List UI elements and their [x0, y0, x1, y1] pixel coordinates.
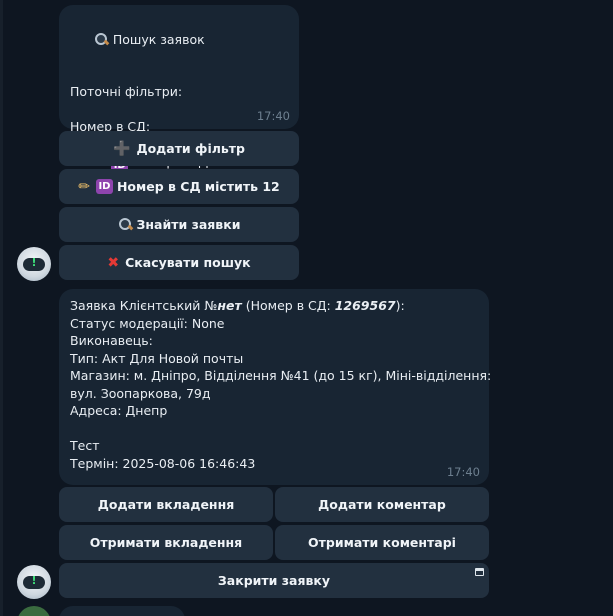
plus-icon: ➕ [113, 140, 131, 157]
add-attachment-label: Додати вкладення [97, 497, 235, 512]
address: Адреса: Днепр [70, 403, 168, 418]
get-attachments-button[interactable]: Отримати вкладення [59, 525, 273, 560]
request-sd-number: 1269567 [334, 298, 396, 313]
search-title-line: Пошук заявок [70, 13, 288, 66]
shop-line-1: Магазин: м. Дніпро, Відділення №41 (до 1… [70, 368, 492, 383]
bot-avatar[interactable] [17, 247, 51, 281]
get-comments-label: Отримати коментарі [308, 535, 456, 550]
filters-heading: Поточні фільтри: [70, 84, 183, 99]
robot-icon [23, 256, 45, 271]
add-comment-button[interactable]: Додати коментар [275, 487, 489, 522]
add-attachment-button[interactable]: Додати вкладення [59, 487, 273, 522]
next-message-bubble [59, 606, 185, 616]
edit-filter-button[interactable]: ✏ ID Номер в СД містить 12 [59, 169, 299, 204]
executor: Виконавець: [70, 333, 153, 348]
web-app-icon [475, 568, 484, 576]
add-filter-label: Додати фільтр [136, 141, 245, 156]
close-request-button[interactable]: Закрити заявку [59, 563, 489, 598]
request-note: Тест [70, 438, 100, 453]
find-requests-label: Знайти заявки [136, 217, 241, 232]
add-comment-label: Додати коментар [318, 497, 446, 512]
request-message-bubble: Заявка Клієнтський №нет (Номер в СД: 126… [59, 289, 492, 485]
moderation-status: Статус модерації: None [70, 315, 225, 331]
shop-line-2: вул. Зоопаркова, 79д [70, 385, 211, 401]
magnifier-icon [118, 217, 133, 232]
add-filter-button[interactable]: ➕ Додати фільтр [59, 131, 299, 166]
bot-avatar[interactable] [17, 565, 51, 599]
search-message-bubble: Пошук заявок Поточні фільтри: Номер в СД… [59, 5, 299, 173]
chat-window: Пошук заявок Поточні фільтри: Номер в СД… [0, 0, 613, 616]
panel-divider [0, 0, 3, 616]
request-client-number: нет [217, 298, 242, 313]
deadline: Термін: 2025-08-06 16:46:43 [70, 455, 256, 471]
user-avatar[interactable] [17, 606, 51, 616]
find-requests-button[interactable]: Знайти заявки [59, 207, 299, 242]
id-icon: ID [95, 179, 113, 194]
message-time: 17:40 [446, 464, 480, 479]
get-comments-button[interactable]: Отримати коментарі [275, 525, 489, 560]
magnifier-icon [94, 32, 109, 47]
close-request-label: Закрити заявку [217, 573, 331, 588]
pencil-icon: ✏ [78, 178, 90, 195]
robot-icon [23, 574, 45, 589]
search-title: Пошук заявок [112, 31, 205, 47]
request-type: Тип: Акт Для Новой почты [70, 350, 244, 366]
cancel-search-label: Скасувати пошук [125, 255, 251, 270]
edit-filter-label: Номер в СД містить 12 [116, 179, 280, 194]
cross-icon: ✖ [107, 254, 120, 271]
cancel-search-button[interactable]: ✖ Скасувати пошук [59, 245, 299, 280]
message-time: 17:40 [256, 108, 290, 123]
get-attachments-label: Отримати вкладення [89, 535, 243, 550]
request-header: Заявка Клієнтський №нет (Номер в СД: 126… [70, 298, 405, 313]
